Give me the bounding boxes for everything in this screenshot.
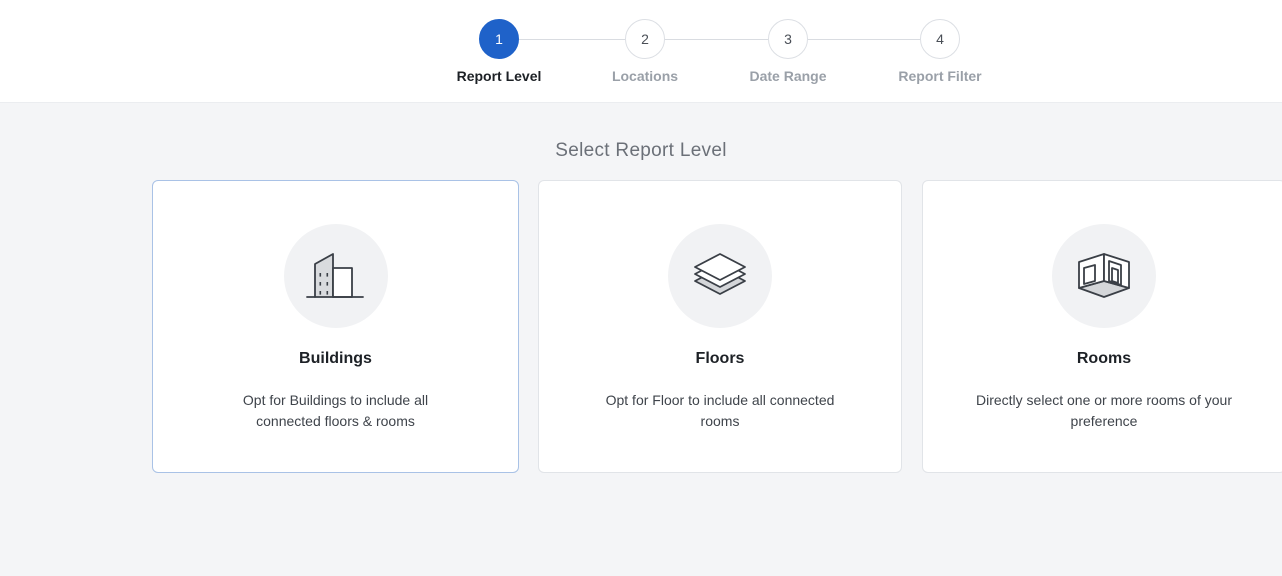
step-number: 4 — [920, 19, 960, 59]
step-number: 2 — [625, 19, 665, 59]
card-floors[interactable]: Floors Opt for Floor to include all conn… — [538, 180, 902, 473]
report-wizard-stepper: 1 Report Level 2 Locations 3 Date Range … — [0, 0, 1282, 103]
step-label: Locations — [611, 68, 679, 84]
card-title: Rooms — [1076, 350, 1132, 367]
step-number: 1 — [479, 19, 519, 59]
step-date-range[interactable]: 3 Date Range — [708, 19, 868, 84]
step-label: Report Level — [456, 68, 542, 84]
step-number: 3 — [768, 19, 808, 59]
room-icon — [1052, 224, 1156, 328]
card-description: Opt for Floor to include all connected r… — [605, 392, 835, 429]
step-locations[interactable]: 2 Locations — [565, 19, 725, 84]
card-title: Floors — [695, 350, 745, 367]
card-title: Buildings — [299, 350, 372, 367]
step-report-filter[interactable]: 4 Report Filter — [860, 19, 1020, 84]
card-description: Directly select one or more rooms of you… — [976, 392, 1232, 429]
card-description: Opt for Buildings to include all connect… — [242, 392, 429, 429]
layers-icon — [668, 224, 772, 328]
building-icon — [283, 224, 388, 328]
step-label: Report Filter — [898, 68, 982, 84]
step-report-level[interactable]: 1 Report Level — [419, 19, 579, 84]
card-buildings[interactable]: Buildings Opt for Buildings to include a… — [152, 180, 519, 473]
step-label: Date Range — [749, 68, 827, 84]
card-rooms[interactable]: Rooms Directly select one or more rooms … — [922, 180, 1282, 473]
page-title: Select Report Level — [555, 140, 727, 161]
